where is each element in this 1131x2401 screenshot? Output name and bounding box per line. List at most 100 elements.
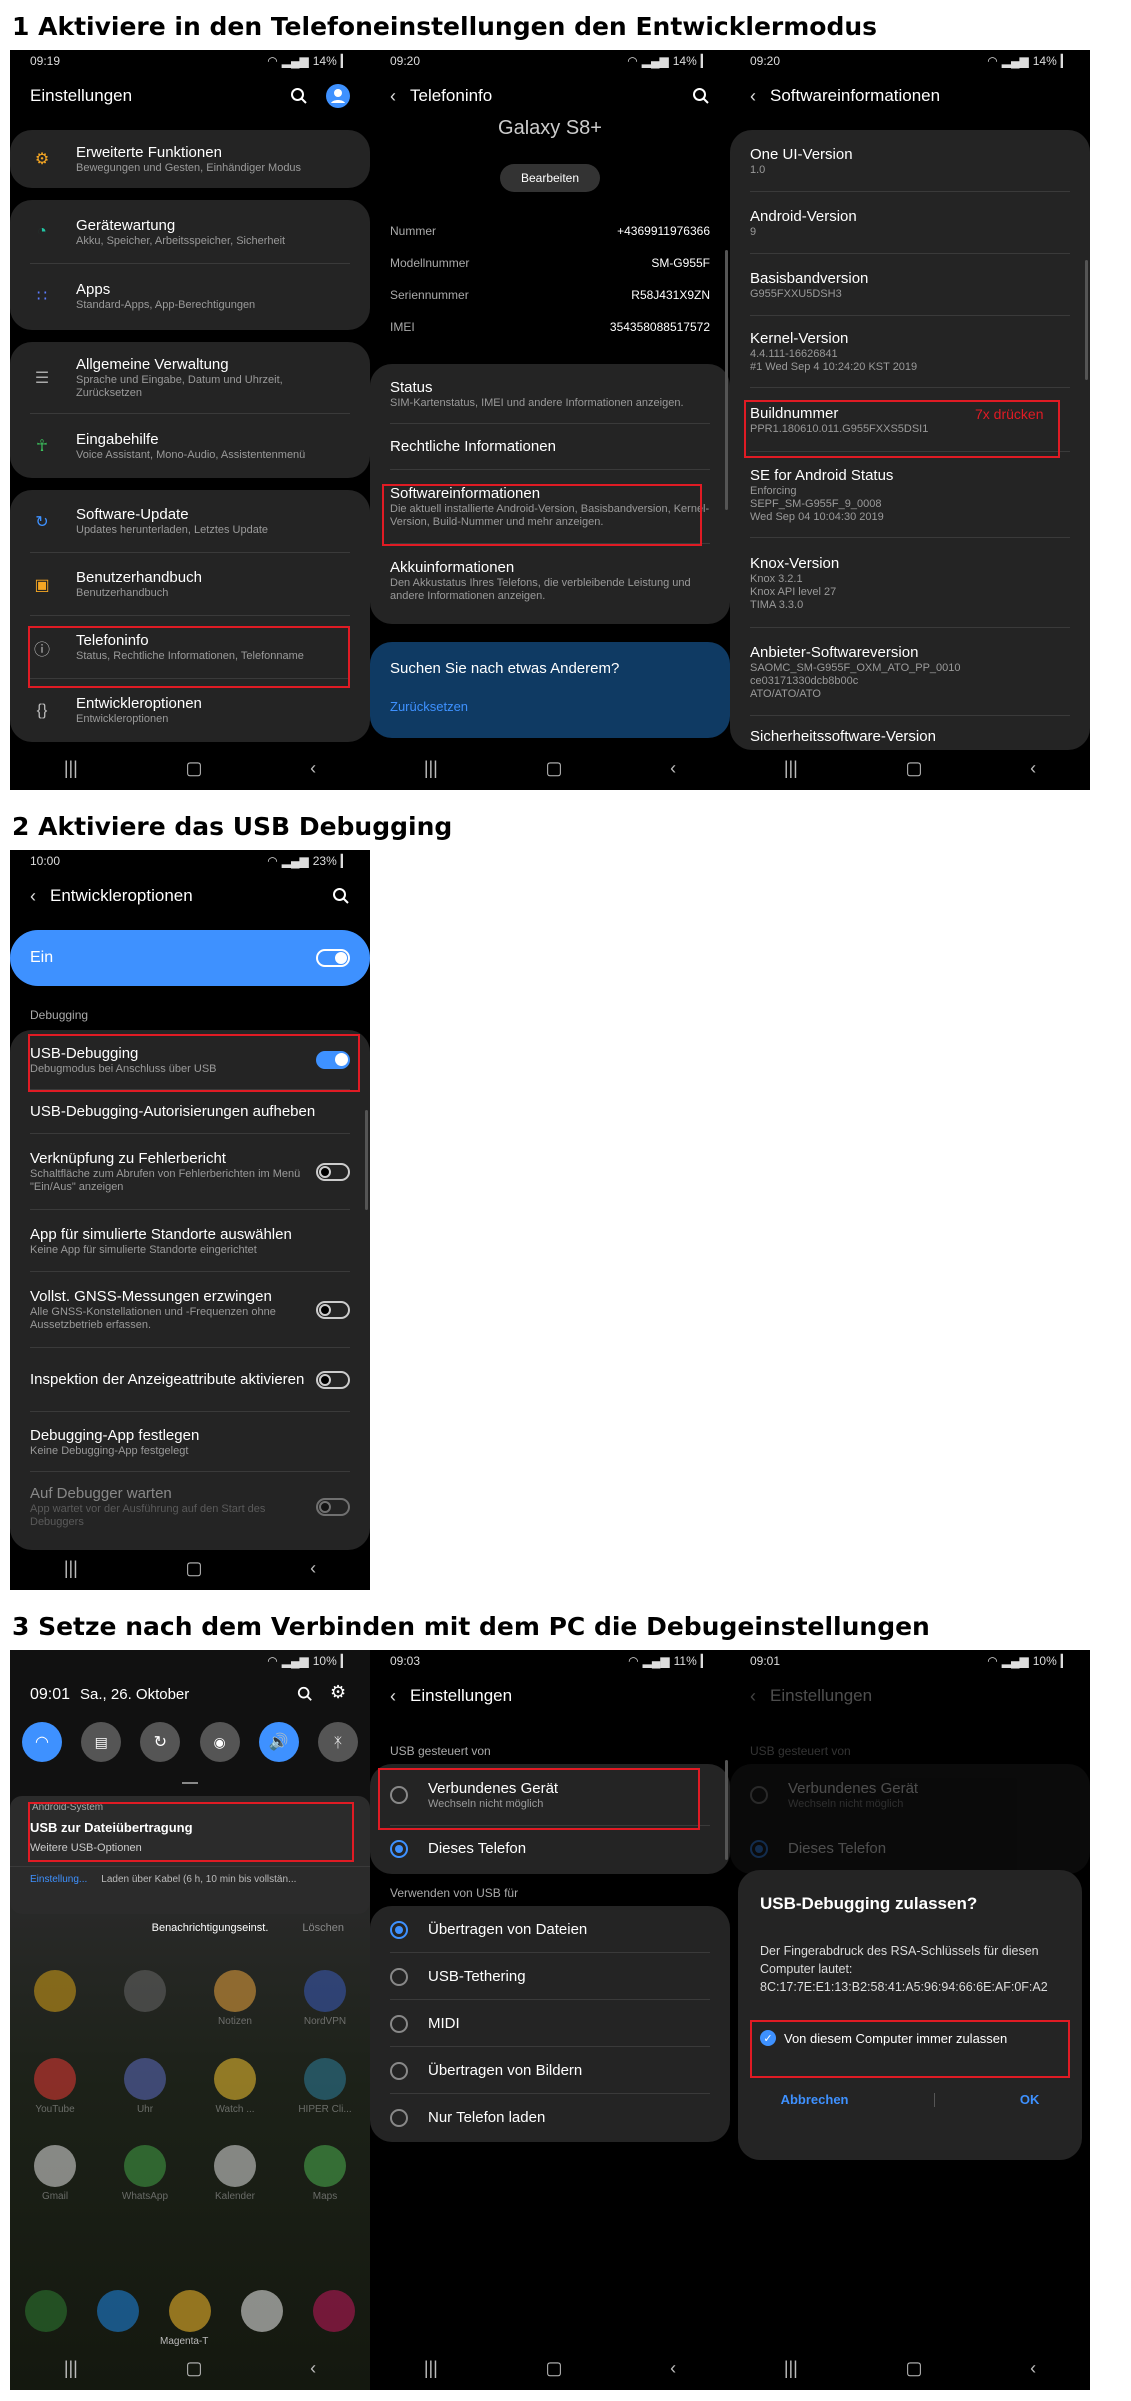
settings-item-general-management[interactable]: ☰ Allgemeine Verwaltung Sprache und Einga… bbox=[10, 342, 370, 414]
scrollbar[interactable] bbox=[365, 1110, 368, 1210]
dev-item-bug-report-shortcut[interactable]: Verknüpfung zu Fehlerbericht Schaltfläche… bbox=[10, 1134, 370, 1210]
charging-notification[interactable]: Einstellung... Laden über Kabel (6 h, 10… bbox=[30, 1874, 296, 1885]
back-arrow-icon[interactable]: ‹ bbox=[750, 86, 756, 107]
search-icon[interactable] bbox=[290, 87, 308, 105]
usb-usage-tethering[interactable]: USB-Tethering bbox=[370, 1953, 730, 2000]
dev-item-view-attribute-inspection[interactable]: Inspektion der Anzeigeattribute aktivier… bbox=[10, 1348, 370, 1412]
settings-item-accessibility[interactable]: ☥ Eingabehilfe Voice Assistant, Mono-Audi… bbox=[10, 414, 370, 478]
shade-handle[interactable] bbox=[182, 1782, 198, 1784]
play-store-icon[interactable] bbox=[241, 2290, 283, 2332]
radio-button-selected[interactable] bbox=[390, 1840, 408, 1858]
edit-button[interactable]: Bearbeiten bbox=[500, 164, 600, 192]
sw-item-kernel[interactable]: Kernel-Version 4.4.111-16626841 #1 Wed Sep… bbox=[730, 316, 1090, 388]
app-icon[interactable] bbox=[10, 1970, 100, 2028]
back-arrow-icon[interactable]: ‹ bbox=[30, 886, 36, 907]
recents-icon[interactable]: ||| bbox=[424, 758, 438, 779]
recents-icon[interactable]: ||| bbox=[784, 758, 798, 779]
sound-icon[interactable]: 🔊 bbox=[258, 1722, 299, 1762]
about-item-status[interactable]: Status SIM-Kartenstatus, IMEI und andere … bbox=[370, 364, 730, 424]
back-icon[interactable]: ‹ bbox=[1030, 2358, 1036, 2379]
bluetooth-icon[interactable]: ᛡ bbox=[317, 1722, 358, 1762]
radio-button[interactable] bbox=[390, 2014, 408, 2033]
recents-icon[interactable]: ||| bbox=[64, 758, 78, 779]
cancel-button[interactable]: Abbrechen bbox=[781, 2092, 849, 2107]
gear-icon[interactable]: ⚙ bbox=[330, 1682, 346, 1703]
chrome-app-icon[interactable] bbox=[169, 2290, 211, 2332]
app-icon-calendar[interactable]: Kalender bbox=[190, 2145, 280, 2202]
account-icon[interactable] bbox=[326, 84, 350, 108]
usb-usage-midi[interactable]: MIDI bbox=[370, 2000, 730, 2047]
recents-icon[interactable]: ||| bbox=[424, 2358, 438, 2379]
back-arrow-icon[interactable]: ‹ bbox=[390, 86, 396, 107]
sw-item-baseband[interactable]: Basisbandversion G955FXXU5DSH3 bbox=[730, 254, 1090, 316]
notification-settings-button[interactable]: Benachrichtigungseinst. bbox=[152, 1922, 269, 1934]
recents-icon[interactable]: ||| bbox=[64, 1558, 78, 1579]
home-icon[interactable]: ▢ bbox=[905, 2358, 922, 2379]
usb-usage-file-transfer[interactable]: Übertragen von Dateien bbox=[370, 1906, 730, 1953]
sw-item-se-android[interactable]: SE for Android Status Enforcing SEPF_SM-G9… bbox=[730, 452, 1090, 538]
app-icon-notes[interactable]: Notizen bbox=[190, 1970, 280, 2028]
app-icon-whatsapp[interactable]: WhatsApp bbox=[100, 2145, 190, 2202]
camera-app-icon[interactable] bbox=[313, 2290, 355, 2332]
home-icon[interactable]: ▢ bbox=[905, 758, 922, 779]
clear-button[interactable]: Löschen bbox=[302, 1922, 344, 1934]
about-item-battery-info[interactable]: Akkuinformationen Den Akkustatus Ihres Te… bbox=[370, 544, 730, 618]
messages-app-icon[interactable] bbox=[97, 2290, 139, 2332]
back-icon[interactable]: ‹ bbox=[310, 1558, 316, 1579]
back-icon[interactable]: ‹ bbox=[670, 758, 676, 779]
master-switch-row[interactable]: Ein bbox=[10, 930, 370, 986]
home-icon[interactable]: ▢ bbox=[185, 1558, 202, 1579]
usb-usage-charge-only[interactable]: Nur Telefon laden bbox=[370, 2094, 730, 2141]
back-arrow-icon[interactable]: ‹ bbox=[390, 1686, 396, 1707]
app-icon-watch[interactable]: Watch ... bbox=[190, 2058, 280, 2115]
reset-link[interactable]: Zurücksetzen bbox=[390, 699, 710, 714]
app-icon-maps[interactable]: Maps bbox=[280, 2145, 370, 2202]
settings-item-advanced-features[interactable]: ⚙ Erweiterte Funktionen Bewegungen und Ge… bbox=[10, 130, 370, 188]
app-icon-clock[interactable]: Uhr bbox=[100, 2058, 190, 2115]
scrollbar[interactable] bbox=[1085, 260, 1088, 380]
sw-item-android[interactable]: Android-Version 9 bbox=[730, 192, 1090, 254]
settings-item-software-update[interactable]: ↻ Software-Update Updates herunterladen, … bbox=[10, 490, 370, 553]
dev-item-gnss-measurements[interactable]: Vollst. GNSS-Messungen erzwingen Alle GNS… bbox=[10, 1272, 370, 1348]
app-icon-youtube[interactable]: YouTube bbox=[10, 2058, 100, 2115]
sw-item-security-software[interactable]: Sicherheitssoftware-Version bbox=[730, 716, 1090, 746]
app-icon-gmail[interactable]: Gmail bbox=[10, 2145, 100, 2202]
scrollbar[interactable] bbox=[725, 250, 728, 510]
home-icon[interactable]: ▢ bbox=[545, 2358, 562, 2379]
recents-icon[interactable]: ||| bbox=[64, 2358, 78, 2379]
home-icon[interactable]: ▢ bbox=[185, 758, 202, 779]
bug-report-toggle[interactable] bbox=[316, 1163, 350, 1181]
app-icon-hiper[interactable]: HIPER Cli... bbox=[280, 2058, 370, 2115]
radio-button[interactable] bbox=[390, 2108, 408, 2127]
scrollbar[interactable] bbox=[725, 1760, 728, 1860]
dev-item-mock-location[interactable]: App für simulierte Standorte auswählen Ke… bbox=[10, 1210, 370, 1272]
usb-option-this-phone[interactable]: Dieses Telefon bbox=[370, 1826, 730, 1872]
settings-item-developer-options[interactable]: {} Entwickleroptionen Entwickleroptionen bbox=[10, 679, 370, 742]
dev-item-debug-app[interactable]: Debugging-App festlegen Keine Debugging-A… bbox=[10, 1412, 370, 1472]
back-icon[interactable]: ‹ bbox=[670, 2358, 676, 2379]
wifi-icon[interactable]: ◠ bbox=[22, 1722, 62, 1762]
sw-item-vendor-software[interactable]: Anbieter-Softwareversion SAOMC_SM-G955F_O… bbox=[730, 628, 1090, 716]
search-icon[interactable] bbox=[692, 87, 710, 105]
search-icon[interactable] bbox=[332, 887, 350, 905]
app-icon-nordvpn[interactable]: NordVPN bbox=[280, 1970, 370, 2028]
home-icon[interactable]: ▢ bbox=[185, 2358, 202, 2379]
location-icon[interactable]: ◉ bbox=[199, 1722, 240, 1762]
wait-debugger-toggle[interactable] bbox=[316, 1498, 350, 1516]
gnss-toggle[interactable] bbox=[316, 1301, 350, 1319]
sw-item-knox[interactable]: Knox-Version Knox 3.2.1 Knox API level 27 T… bbox=[730, 538, 1090, 628]
dev-item-revoke-authorizations[interactable]: USB-Debugging-Autorisierungen aufheben bbox=[10, 1090, 370, 1134]
radio-button[interactable] bbox=[390, 1967, 408, 1986]
ok-button[interactable]: OK bbox=[1020, 2092, 1040, 2107]
home-icon[interactable]: ▢ bbox=[545, 758, 562, 779]
recents-icon[interactable]: ||| bbox=[784, 2358, 798, 2379]
settings-item-user-manual[interactable]: ▣ Benutzerhandbuch Benutzerhandbuch bbox=[10, 553, 370, 616]
back-icon[interactable]: ‹ bbox=[1030, 758, 1036, 779]
attribute-inspection-toggle[interactable] bbox=[316, 1371, 350, 1389]
sw-item-one-ui[interactable]: One UI-Version 1.0 bbox=[730, 130, 1090, 192]
search-icon[interactable] bbox=[297, 1686, 313, 1702]
phone-app-icon[interactable] bbox=[25, 2290, 67, 2332]
usb-usage-images[interactable]: Übertragen von Bildern bbox=[370, 2047, 730, 2094]
radio-button-selected[interactable] bbox=[390, 1920, 408, 1939]
settings-item-apps[interactable]: ∷ Apps Standard-Apps, App-Berechtigungen bbox=[10, 264, 370, 328]
